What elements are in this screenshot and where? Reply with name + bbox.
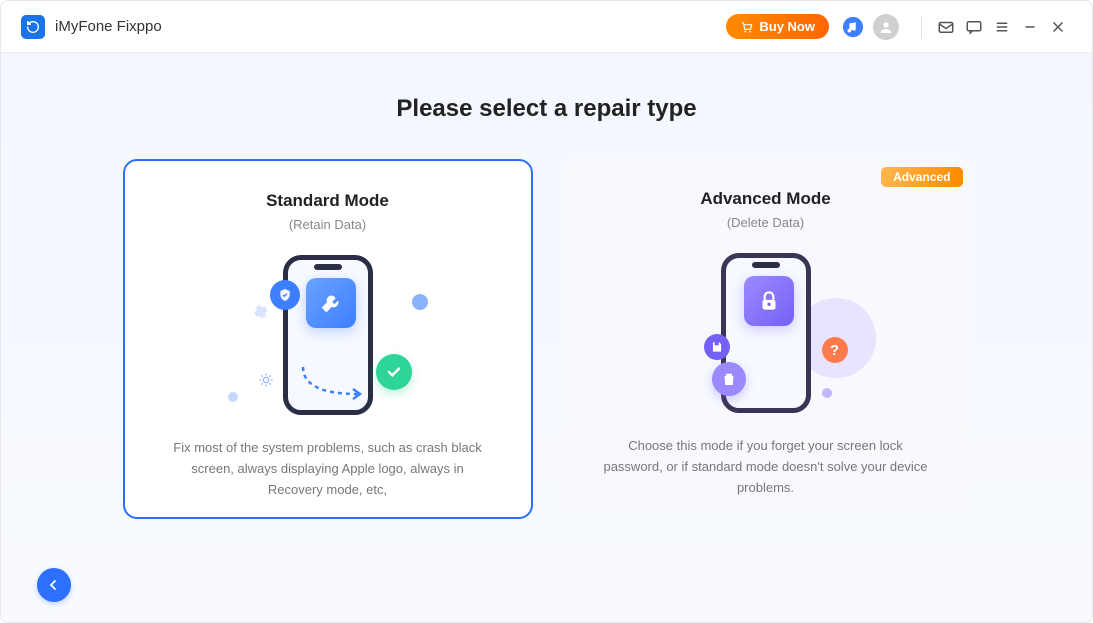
standard-mode-card[interactable]: Standard Mode (Retain Data) [123, 159, 533, 519]
app-logo-icon [21, 15, 45, 39]
gear-icon [250, 300, 270, 320]
music-icon[interactable] [841, 15, 865, 39]
divider [921, 16, 922, 38]
advanced-title: Advanced Mode [591, 189, 941, 209]
arrow-path-icon [298, 362, 388, 402]
cart-icon [740, 20, 754, 34]
titlebar: iMyFone Fixppo Buy Now [1, 1, 1092, 53]
advanced-illustration: ? [591, 248, 941, 418]
buy-now-label: Buy Now [759, 19, 815, 34]
avatar-icon[interactable] [873, 14, 899, 40]
advanced-subtitle: (Delete Data) [591, 215, 941, 230]
wrench-icon [306, 278, 356, 328]
arrow-left-icon [45, 576, 63, 594]
trash-icon [712, 362, 746, 396]
mail-icon[interactable] [932, 11, 960, 43]
standard-subtitle: (Retain Data) [155, 217, 501, 232]
page-title: Please select a repair type [1, 95, 1092, 123]
close-button[interactable] [1044, 11, 1072, 43]
shield-icon [270, 280, 300, 310]
chat-icon[interactable] [960, 11, 988, 43]
buy-now-button[interactable]: Buy Now [726, 14, 829, 39]
standard-illustration [155, 250, 501, 420]
standard-desc: Fix most of the system problems, such as… [155, 438, 501, 500]
advanced-mode-card[interactable]: Advanced Advanced Mode (Delete Data) ? C… [561, 159, 971, 519]
repair-type-cards: Standard Mode (Retain Data) [1, 159, 1092, 519]
lock-icon [744, 276, 794, 326]
gear-icon [258, 372, 274, 388]
minimize-button[interactable] [1016, 11, 1044, 43]
advanced-desc: Choose this mode if you forget your scre… [591, 436, 941, 498]
check-icon [376, 354, 412, 390]
advanced-badge: Advanced [881, 167, 962, 187]
menu-icon[interactable] [988, 11, 1016, 43]
question-icon: ? [822, 337, 848, 363]
app-window: iMyFone Fixppo Buy Now Please select [0, 0, 1093, 623]
content-area: Please select a repair type Standard Mod… [1, 53, 1092, 622]
back-button[interactable] [37, 568, 71, 602]
app-title: iMyFone Fixppo [55, 18, 162, 35]
save-icon [704, 334, 730, 360]
standard-title: Standard Mode [155, 191, 501, 211]
